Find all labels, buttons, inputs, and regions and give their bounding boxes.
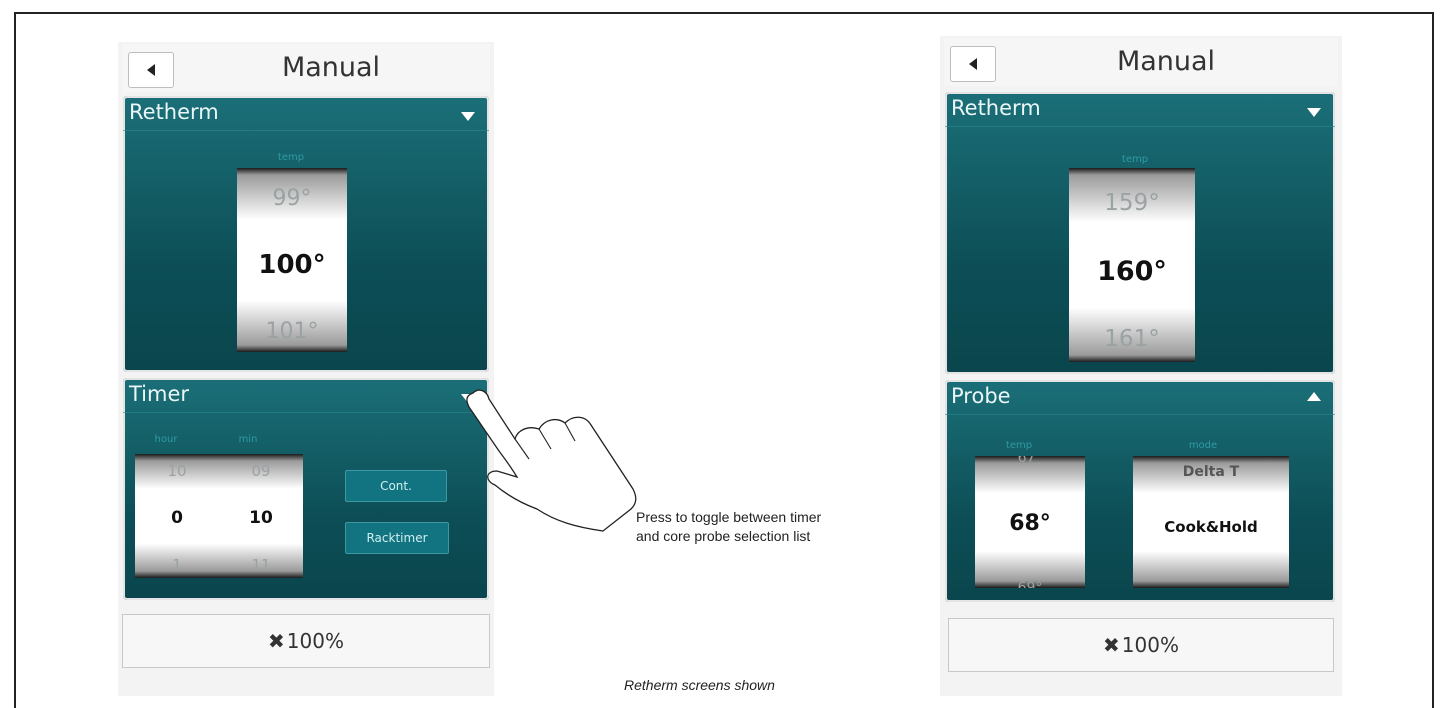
roller-current-value[interactable]: 100° <box>258 250 325 280</box>
roller-prev-value[interactable]: 10 <box>167 462 186 480</box>
hour-column-label: hour <box>154 434 178 445</box>
figure-caption: Retherm screens shown <box>624 677 775 693</box>
timer-panel: Timer hour min 10 0 1 09 10 11 Cont. Rac… <box>123 378 489 600</box>
roller-current-value[interactable]: 68° <box>1009 511 1051 536</box>
roller-prev-value[interactable]: 99° <box>273 186 312 211</box>
fan-speed-bar[interactable]: ✖ 100% <box>948 618 1334 672</box>
roller-next-value[interactable]: 11 <box>251 556 270 574</box>
fan-icon: ✖ <box>268 629 285 653</box>
probe-panel: Probe temp mode 67° 68° 69° Delta T Cook… <box>945 380 1335 602</box>
temp-column-label: temp <box>1005 440 1033 451</box>
right-oven-screen: Manual Retherm temp 159° 160° 161° Probe… <box>940 36 1342 696</box>
back-button[interactable] <box>128 52 174 88</box>
temperature-roller[interactable]: 99° 100° 101° <box>237 168 347 352</box>
probe-label[interactable]: Probe <box>951 384 1011 408</box>
roller-current-value[interactable]: 0 <box>171 508 183 528</box>
fan-speed-value: 100% <box>286 629 344 653</box>
chevron-down-icon[interactable] <box>1307 108 1321 117</box>
temp-column-label: temp <box>277 152 305 163</box>
roller-prev-value[interactable]: 09 <box>251 462 270 480</box>
mode-column-label: mode <box>1188 440 1218 451</box>
temperature-roller[interactable]: 159° 160° 161° <box>1069 168 1195 362</box>
chevron-up-icon[interactable] <box>1307 392 1321 401</box>
fan-speed-bar[interactable]: ✖ 100% <box>122 614 490 668</box>
hour-roller[interactable]: 10 0 1 <box>135 454 219 578</box>
mode-label[interactable]: Retherm <box>129 100 219 124</box>
roller-prev-value[interactable]: 67° <box>1018 456 1043 466</box>
timer-label[interactable]: Timer <box>129 382 189 406</box>
back-button[interactable] <box>950 46 996 82</box>
screen-title: Manual <box>1116 46 1216 77</box>
title-bar: Manual <box>122 44 490 92</box>
back-arrow-icon <box>147 64 155 76</box>
probe-temperature-roller[interactable]: 67° 68° 69° <box>975 456 1085 588</box>
divider <box>123 130 489 131</box>
divider <box>123 412 489 413</box>
screen-title: Manual <box>281 52 381 83</box>
left-oven-screen: Manual Retherm temp 99° 100° 101° Timer … <box>118 42 494 696</box>
roller-next-value[interactable]: 69° <box>1018 580 1043 588</box>
mode-label[interactable]: Retherm <box>951 96 1041 120</box>
fan-speed-value: 100% <box>1121 633 1179 657</box>
minute-roller[interactable]: 09 10 11 <box>219 454 303 578</box>
divider <box>945 126 1335 127</box>
roller-next-value[interactable]: 161° <box>1104 326 1159 352</box>
continuous-button[interactable]: Cont. <box>345 470 447 502</box>
temp-column-label: temp <box>1121 154 1149 165</box>
roller-current-value[interactable]: 10 <box>249 508 273 528</box>
probe-mode-roller[interactable]: Delta T Cook&Hold <box>1133 456 1289 588</box>
min-column-label: min <box>238 434 258 445</box>
retherm-panel: Retherm temp 159° 160° 161° <box>945 92 1335 374</box>
chevron-down-icon[interactable] <box>461 112 475 121</box>
roller-prev-value[interactable]: 159° <box>1104 190 1159 216</box>
roller-prev-value[interactable]: Delta T <box>1183 464 1239 480</box>
divider <box>945 414 1335 415</box>
fan-icon: ✖ <box>1103 633 1120 657</box>
retherm-panel: Retherm temp 99° 100° 101° <box>123 96 489 372</box>
roller-next-value[interactable]: 1 <box>172 556 182 574</box>
racktimer-button[interactable]: Racktimer <box>345 522 449 554</box>
title-bar: Manual <box>944 38 1338 86</box>
back-arrow-icon <box>969 58 977 70</box>
roller-current-value[interactable]: Cook&Hold <box>1164 518 1257 536</box>
callout-text: Press to toggle between timer and core p… <box>636 509 822 544</box>
roller-current-value[interactable]: 160° <box>1097 256 1167 287</box>
roller-next-value[interactable]: 101° <box>266 319 319 344</box>
